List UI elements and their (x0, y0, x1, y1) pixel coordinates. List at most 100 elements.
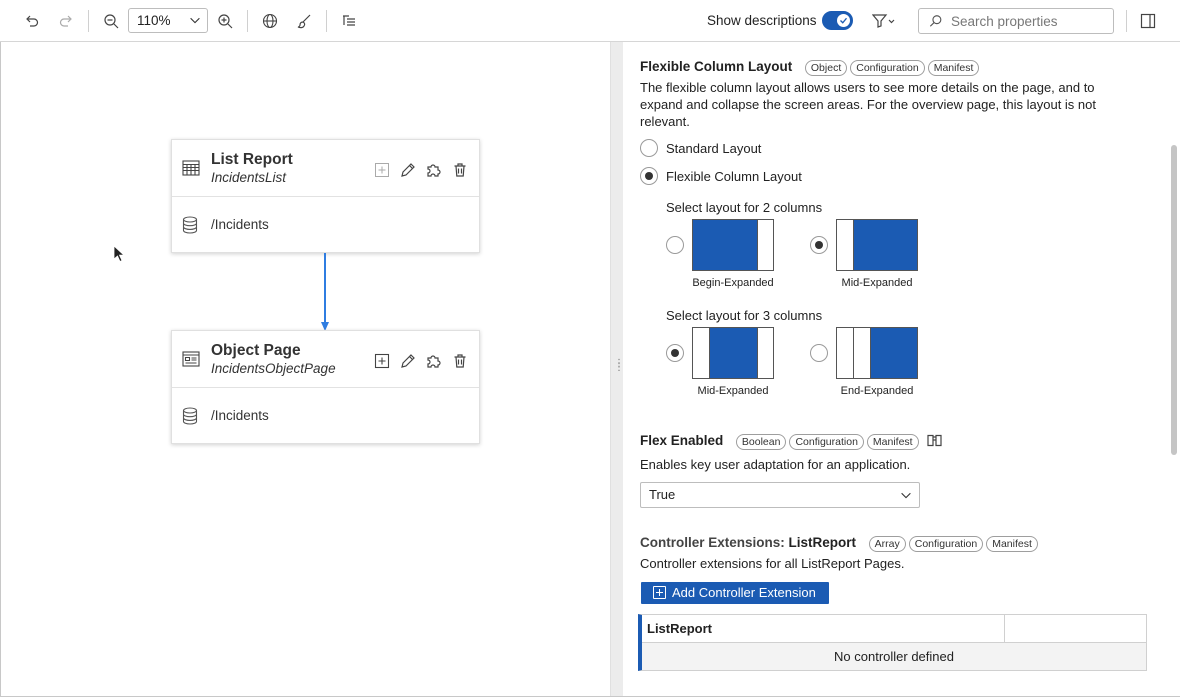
button-label: Add Controller Extension (672, 585, 816, 600)
filter-icon[interactable] (871, 11, 897, 31)
layout-thumb-begin-expanded[interactable] (692, 219, 774, 271)
redo-icon[interactable] (56, 11, 76, 31)
properties-panel: Flexible Column Layout Object Configurati… (623, 42, 1180, 696)
layout-column (709, 328, 757, 378)
page-map-canvas[interactable]: List Report IncidentsList /Incidents Obj… (1, 42, 610, 696)
scrollbar[interactable] (1168, 42, 1180, 696)
table-header-cell: ListReport (642, 615, 1005, 642)
edit-icon[interactable] (399, 352, 417, 370)
tag-badge: Manifest (866, 434, 919, 450)
undo-icon[interactable] (22, 11, 42, 31)
layout-column (693, 328, 709, 378)
tag-badge: Object (804, 60, 848, 76)
controller-table: ListReport No controller defined (638, 614, 1147, 671)
database-icon (182, 216, 198, 234)
layout-thumb-end-expanded[interactable] (836, 327, 918, 379)
layout-column (837, 220, 853, 270)
show-descriptions-label: Show descriptions (707, 13, 817, 28)
tag-badge: Configuration (908, 536, 984, 552)
layout-column (853, 328, 870, 378)
brush-icon[interactable] (294, 11, 314, 31)
fcl-heading: Flexible Column Layout Object Configurati… (640, 59, 980, 76)
layout-caption: End-Expanded (840, 385, 914, 397)
chevron-down-icon (901, 492, 911, 499)
node-title: Object Page (211, 342, 301, 359)
globe-icon[interactable] (260, 11, 280, 31)
pane-splitter[interactable]: ⋮ ⋮ (610, 42, 624, 696)
add-controller-extension-button[interactable]: Add Controller Extension (641, 582, 829, 604)
radio-mid-expanded-3col[interactable] (666, 344, 684, 362)
tag-badge: Array (868, 536, 906, 552)
delete-icon[interactable] (451, 161, 469, 179)
plus-icon (653, 586, 666, 599)
layout-column (870, 328, 917, 378)
layout-column (693, 220, 757, 270)
show-descriptions-toggle[interactable] (822, 11, 853, 30)
layout-column (757, 328, 773, 378)
extension-puzzle-icon[interactable] (425, 352, 443, 370)
extension-puzzle-icon[interactable] (425, 161, 443, 179)
zoom-out-icon[interactable] (101, 11, 121, 31)
controller-heading: Controller Extensions: ListReport Array C… (640, 535, 1038, 552)
navigation-connector (321, 253, 329, 331)
node-list-report[interactable]: List Report IncidentsList /Incidents (171, 139, 480, 253)
node-object-page[interactable]: Object Page IncidentsObjectPage /Inciden… (171, 330, 480, 444)
layout-column (757, 220, 773, 270)
two-column-label: Select layout for 2 columns (666, 200, 823, 215)
panel-toggle-icon[interactable] (1138, 11, 1158, 31)
table-icon (182, 160, 200, 176)
add-page-icon[interactable] (373, 352, 391, 370)
table-empty-message: No controller defined (642, 643, 1146, 670)
toolbar-divider (247, 10, 248, 32)
chevron-down-icon (190, 17, 200, 24)
node-header: List Report IncidentsList (172, 140, 479, 197)
toolbar-divider (88, 10, 89, 32)
flex-description: Enables key user adaptation for an appli… (640, 457, 911, 472)
tag-badge: Configuration (789, 434, 864, 450)
table-header: ListReport (642, 615, 1146, 643)
radio-label: Flexible Column Layout (666, 169, 802, 184)
flex-enabled-select[interactable]: True (640, 482, 920, 508)
radio-mid-expanded-2col[interactable] (810, 236, 828, 254)
toolbar-divider (326, 10, 327, 32)
node-entity-set: /Incidents (211, 408, 269, 423)
toolbar-divider (1126, 10, 1127, 32)
node-body: /Incidents (172, 388, 479, 444)
book-icon[interactable] (927, 434, 942, 447)
edit-icon[interactable] (399, 161, 417, 179)
outline-list-icon[interactable] (339, 11, 359, 31)
layout-thumb-mid-expanded-3col[interactable] (692, 327, 774, 379)
object-page-icon (182, 351, 200, 367)
flex-title: Flex Enabled (640, 433, 724, 448)
layout-caption: Begin-Expanded (692, 277, 774, 289)
layout-thumb-mid-expanded[interactable] (836, 219, 918, 271)
radio-flexible-column-layout[interactable] (640, 167, 658, 185)
zoom-select[interactable]: 110% (128, 8, 208, 33)
search-box[interactable] (918, 8, 1114, 34)
delete-icon[interactable] (451, 352, 469, 370)
controller-description: Controller extensions for all ListReport… (640, 556, 905, 571)
layout-caption: Mid-Expanded (841, 277, 913, 289)
tag-badge: Manifest (986, 536, 1038, 552)
zoom-in-icon[interactable] (215, 11, 235, 31)
radio-end-expanded[interactable] (810, 344, 828, 362)
add-page-icon[interactable] (373, 161, 391, 179)
radio-begin-expanded[interactable] (666, 236, 684, 254)
scrollbar-thumb[interactable] (1171, 145, 1177, 455)
node-header: Object Page IncidentsObjectPage (172, 331, 479, 388)
node-entity-set: /Incidents (211, 217, 269, 232)
node-subtitle: IncidentsList (211, 170, 287, 185)
table-header-cell-empty (1005, 615, 1146, 642)
radio-standard-layout[interactable] (640, 139, 658, 157)
search-input[interactable] (951, 12, 1107, 30)
flex-heading: Flex Enabled Boolean Configuration Manifes… (640, 433, 942, 450)
zoom-value: 110% (137, 13, 171, 28)
controller-title-name: ListReport (788, 535, 857, 550)
search-icon (929, 15, 942, 27)
toolbar: 110% Show descriptions (0, 0, 1180, 42)
flex-enabled-value: True (649, 487, 676, 502)
tag-badge: Boolean (735, 434, 787, 450)
layout-column (837, 328, 853, 378)
controller-title-prefix: Controller Extensions: (640, 535, 789, 550)
node-title: List Report (211, 151, 293, 168)
